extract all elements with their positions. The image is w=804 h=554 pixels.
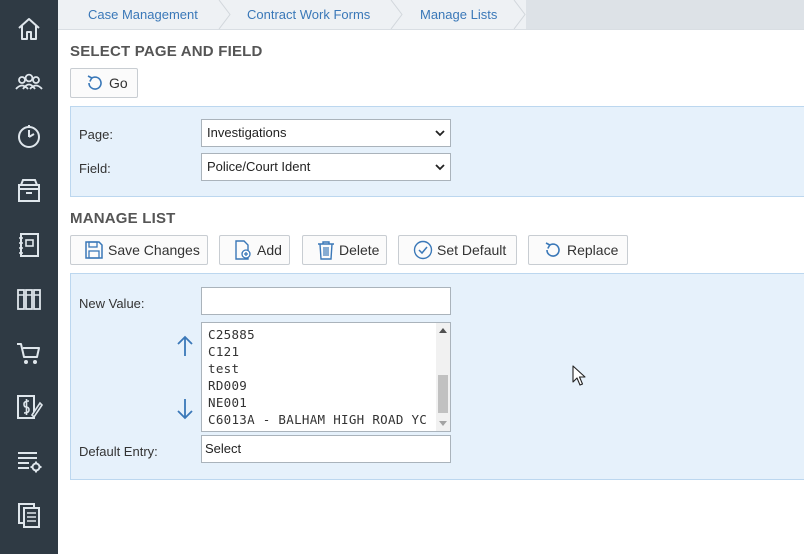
home-icon bbox=[18, 18, 40, 40]
field-select[interactable]: Police/Court Ident bbox=[201, 153, 451, 181]
page-label: Page: bbox=[79, 127, 113, 142]
list-item[interactable]: C25885 bbox=[208, 327, 255, 342]
breadcrumb-manage-lists[interactable]: Manage Lists bbox=[420, 0, 497, 29]
manage-panel: New Value: C25885 C121 test RD009 NE001 … bbox=[70, 273, 804, 480]
scroll-thumb[interactable] bbox=[438, 375, 448, 413]
add-document-icon bbox=[235, 240, 251, 260]
sidebar-item-documents[interactable] bbox=[0, 488, 58, 542]
add-button[interactable]: Add bbox=[219, 235, 290, 265]
notebook-icon bbox=[19, 233, 39, 257]
sidebar-item-cart[interactable] bbox=[0, 326, 58, 380]
breadcrumb-fill bbox=[526, 0, 804, 29]
people-icon bbox=[15, 73, 43, 90]
page-select-value: Investigations bbox=[207, 125, 287, 140]
list-scrollbar[interactable] bbox=[436, 323, 450, 431]
mouse-cursor-icon bbox=[572, 365, 586, 386]
select-panel: Page: Investigations Field: Police/Court… bbox=[70, 106, 804, 197]
archive-icon bbox=[18, 179, 40, 202]
sidebar-item-notebook[interactable] bbox=[0, 218, 58, 272]
scroll-down-icon[interactable] bbox=[439, 421, 447, 427]
breadcrumb: Case Management Contract Work Forms Mana… bbox=[58, 0, 804, 30]
new-value-input[interactable] bbox=[201, 287, 451, 315]
breadcrumb-case-management[interactable]: Case Management bbox=[88, 0, 198, 29]
list-item[interactable]: C121 bbox=[208, 344, 239, 359]
refresh-icon bbox=[87, 75, 102, 90]
sidebar-item-finance[interactable] bbox=[0, 380, 58, 434]
sidebar bbox=[0, 0, 58, 554]
sidebar-item-archive[interactable] bbox=[0, 164, 58, 218]
save-changes-label: Save Changes bbox=[108, 242, 200, 258]
field-select-value: Police/Court Ident bbox=[207, 159, 311, 174]
move-down-icon[interactable] bbox=[175, 397, 195, 421]
list-item[interactable]: NE001 bbox=[208, 395, 247, 410]
list-values-box[interactable]: C25885 C121 test RD009 NE001 C6013A - BA… bbox=[201, 322, 451, 432]
list-item[interactable]: RD009 bbox=[208, 378, 247, 393]
replace-label: Replace bbox=[567, 242, 619, 258]
add-label: Add bbox=[257, 242, 282, 258]
breadcrumb-contract-work-forms[interactable]: Contract Work Forms bbox=[247, 0, 370, 29]
chevron-down-icon bbox=[435, 130, 445, 137]
manage-section-title: MANAGE LIST bbox=[70, 210, 176, 227]
set-default-button[interactable]: Set Default bbox=[398, 235, 517, 265]
list-settings-icon bbox=[18, 452, 42, 473]
list-item[interactable]: C6013A - BALHAM HIGH ROAD YC bbox=[208, 412, 427, 427]
sidebar-item-list-settings[interactable] bbox=[0, 434, 58, 488]
trash-icon bbox=[318, 241, 334, 260]
dashboard-icon bbox=[18, 125, 40, 148]
sidebar-item-dashboard[interactable] bbox=[0, 110, 58, 164]
save-changes-button[interactable]: Save Changes bbox=[70, 235, 208, 265]
page-select[interactable]: Investigations bbox=[201, 119, 451, 147]
save-icon bbox=[85, 241, 103, 259]
default-entry-field[interactable]: Select bbox=[201, 435, 451, 463]
delete-button[interactable]: Delete bbox=[302, 235, 387, 265]
chevron-down-icon bbox=[435, 164, 445, 171]
library-icon bbox=[17, 289, 41, 310]
new-value-label: New Value: bbox=[79, 296, 145, 311]
breadcrumb-separator bbox=[218, 0, 231, 29]
list-item[interactable]: test bbox=[208, 361, 239, 376]
sidebar-item-people[interactable] bbox=[0, 56, 58, 110]
field-label: Field: bbox=[79, 161, 111, 176]
replace-button[interactable]: Replace bbox=[528, 235, 628, 265]
sidebar-item-library[interactable] bbox=[0, 272, 58, 326]
documents-icon bbox=[18, 503, 40, 528]
go-button[interactable]: Go bbox=[70, 68, 138, 98]
breadcrumb-separator bbox=[513, 0, 526, 29]
cart-icon bbox=[17, 343, 40, 364]
select-section-title: SELECT PAGE AND FIELD bbox=[70, 43, 263, 60]
finance-icon bbox=[17, 395, 43, 419]
breadcrumb-separator bbox=[390, 0, 403, 29]
scroll-up-icon[interactable] bbox=[439, 327, 447, 333]
set-default-label: Set Default bbox=[437, 242, 507, 258]
sidebar-item-home[interactable] bbox=[0, 2, 58, 56]
delete-label: Delete bbox=[339, 242, 380, 258]
check-circle-icon bbox=[413, 240, 433, 260]
move-up-icon[interactable] bbox=[175, 334, 195, 358]
default-entry-label: Default Entry: bbox=[79, 444, 158, 459]
go-button-label: Go bbox=[109, 75, 128, 91]
replace-icon bbox=[545, 242, 560, 257]
